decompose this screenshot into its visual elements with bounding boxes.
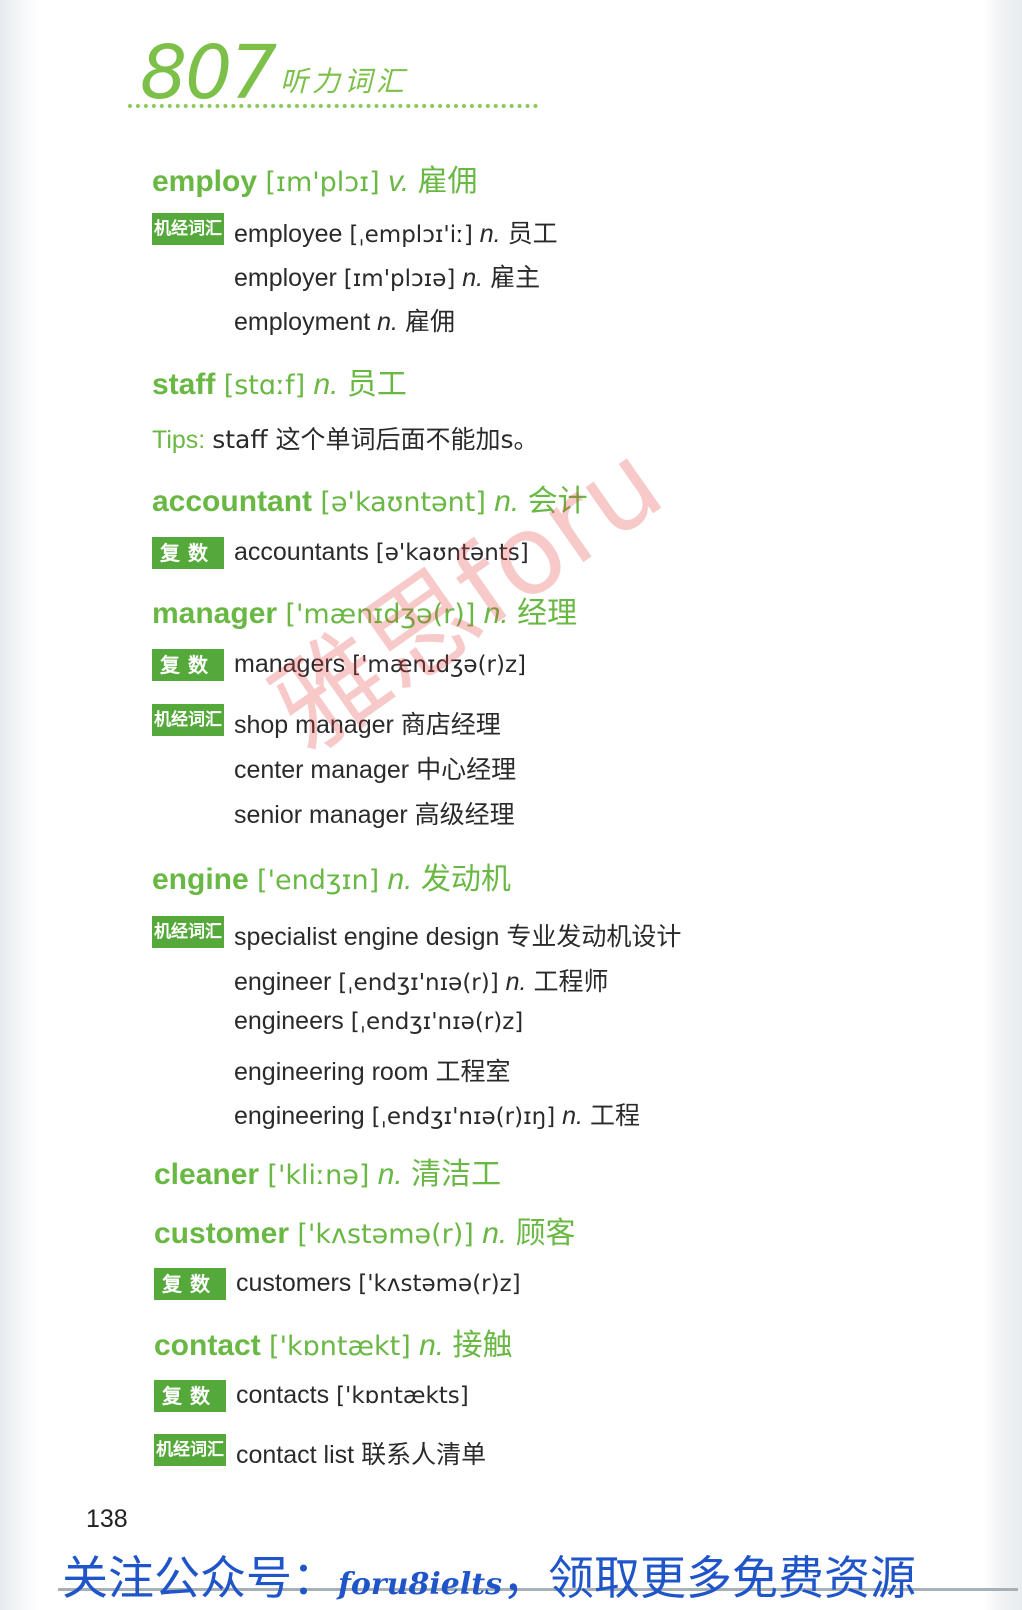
sub-entry: engineer [ˌendʒɪ'nɪə(r)] n. 工程师 xyxy=(234,962,608,998)
phonetic: ['kliːnə] xyxy=(267,1160,370,1191)
sub-pos: n. xyxy=(462,264,484,292)
sub-meaning: 雇佣 xyxy=(404,307,455,336)
badge-plural: 复数 xyxy=(154,1268,226,1300)
phonetic: ['kʌstəmə(r)] xyxy=(297,1219,474,1250)
headword: cleaner xyxy=(154,1158,260,1191)
sub-word: employer xyxy=(234,264,337,292)
part-of-speech: v. xyxy=(388,165,410,198)
phonetic: [ɪm'plɔɪ] xyxy=(265,167,380,198)
sub-meaning: 工程室 xyxy=(435,1057,511,1086)
sub-meaning: 工程 xyxy=(589,1101,640,1130)
headword-line: cleaner ['kliːnə] n. 清洁工 xyxy=(154,1149,501,1193)
headword: employ xyxy=(152,165,258,198)
sub-word: engineering xyxy=(234,1102,365,1130)
sub-pos: n. xyxy=(377,308,398,336)
header-subtitle: 听力词汇 xyxy=(280,65,409,98)
chinese-meaning: 发动机 xyxy=(420,862,511,897)
badge-plural: 复数 xyxy=(152,537,224,569)
sub-entry: engineering room 工程室 xyxy=(234,1052,511,1088)
footer-text-2: ，领取更多免费资源 xyxy=(502,1551,917,1605)
headword: manager xyxy=(152,597,278,630)
sub-word: engineer xyxy=(234,968,332,996)
tips-text: staff 这个单词后面不能加s。 xyxy=(212,425,539,454)
sub-phonetic: [ˌendʒɪ'nɪə(r)] xyxy=(338,970,499,996)
sub-entry: customers ['kʌstəmə(r)z] xyxy=(236,1269,521,1298)
sub-pos: n. xyxy=(562,1102,583,1130)
header-divider xyxy=(128,104,538,108)
phonetic: ['kɒntækt] xyxy=(269,1331,411,1362)
sub-word: customers xyxy=(236,1269,352,1297)
chinese-meaning: 雇佣 xyxy=(417,164,478,199)
sub-word: contact list xyxy=(236,1441,355,1469)
headword-line: employ [ɪm'plɔɪ] v. 雇佣 xyxy=(152,156,478,200)
sub-meaning: 员工 xyxy=(507,219,558,248)
page: 807 听力词汇 employ [ɪm'plɔɪ] v. 雇佣 机经词汇 emp… xyxy=(0,0,1022,1610)
sub-entry: engineers [ˌendʒɪ'nɪə(r)z] xyxy=(234,1007,523,1036)
headword: contact xyxy=(154,1329,261,1362)
sub-word: employment xyxy=(234,308,371,336)
sub-entry: employee [ˌemplɔɪ'iː] n. 员工 xyxy=(234,214,558,250)
sub-phonetic: [ˌendʒɪ'nɪə(r)ɪŋ] xyxy=(371,1104,556,1130)
page-number: 138 xyxy=(86,1505,128,1533)
sub-meaning: 专业发动机设计 xyxy=(506,922,682,951)
sub-word: engineering room xyxy=(234,1058,429,1086)
part-of-speech: n. xyxy=(313,368,339,401)
part-of-speech: n. xyxy=(387,863,413,896)
headword: accountant xyxy=(152,485,313,518)
sub-pos: n. xyxy=(505,968,527,996)
sub-phonetic: ['kʌstəmə(r)z] xyxy=(358,1271,521,1297)
sub-meaning: 工程师 xyxy=(533,967,609,996)
part-of-speech: n. xyxy=(482,1217,508,1250)
tips-note: Tips: staff 这个单词后面不能加s。 xyxy=(152,420,539,456)
chinese-meaning: 员工 xyxy=(346,367,407,402)
headword: customer xyxy=(154,1217,290,1250)
sub-entry: specialist engine design 专业发动机设计 xyxy=(234,917,681,953)
sub-phonetic: [ˌendʒɪ'nɪə(r)z] xyxy=(350,1009,524,1035)
sub-meaning: 雇主 xyxy=(490,263,541,292)
sub-phonetic: [ɪm'plɔɪə] xyxy=(343,266,456,292)
part-of-speech: n. xyxy=(419,1329,445,1362)
chinese-meaning: 清洁工 xyxy=(411,1157,502,1192)
sub-pos: n. xyxy=(479,220,501,248)
sub-word: engineers xyxy=(234,1007,344,1035)
sub-word: contacts xyxy=(236,1381,330,1409)
sub-entry: contacts ['kɒntækts] xyxy=(236,1381,469,1410)
chinese-meaning: 顾客 xyxy=(515,1216,576,1251)
sub-phonetic: [ˌemplɔɪ'iː] xyxy=(349,222,473,248)
sub-entry: employer [ɪm'plɔɪə] n. 雇主 xyxy=(234,258,540,294)
footer-account: foru8ielts xyxy=(338,1567,503,1602)
chinese-meaning: 接触 xyxy=(452,1328,513,1363)
footer-text-1: 关注公众号： xyxy=(62,1551,338,1605)
part-of-speech: n. xyxy=(377,1158,403,1191)
headword: staff xyxy=(152,368,216,401)
tips-label: Tips: xyxy=(152,426,206,454)
badge-jijing: 机经词汇 xyxy=(152,213,224,245)
sub-phonetic: ['kɒntækts] xyxy=(336,1383,469,1409)
headword-line: customer ['kʌstəmə(r)] n. 顾客 xyxy=(154,1208,576,1252)
headword-line: staff [stɑːf] n. 员工 xyxy=(152,359,407,403)
footer-promo: 关注公众号：foru8ielts，领取更多免费资源 xyxy=(62,1542,916,1608)
phonetic: [stɑːf] xyxy=(223,370,306,401)
sub-word: employee xyxy=(234,220,343,248)
headword-line: contact ['kɒntækt] n. 接触 xyxy=(154,1320,512,1364)
sub-entry: employment n. 雇佣 xyxy=(234,302,455,338)
sub-word: specialist engine design xyxy=(234,923,500,951)
headword: engine xyxy=(152,863,249,896)
badge-jijing: 机经词汇 xyxy=(152,916,224,948)
sub-meaning: 联系人清单 xyxy=(361,1440,487,1469)
badge-jijing: 机经词汇 xyxy=(154,1434,226,1466)
sub-entry: contact list 联系人清单 xyxy=(236,1435,486,1471)
sub-entry: engineering [ˌendʒɪ'nɪə(r)ɪŋ] n. 工程 xyxy=(234,1096,640,1132)
sub-word: accountants xyxy=(234,538,369,566)
badge-plural: 复数 xyxy=(154,1380,226,1412)
